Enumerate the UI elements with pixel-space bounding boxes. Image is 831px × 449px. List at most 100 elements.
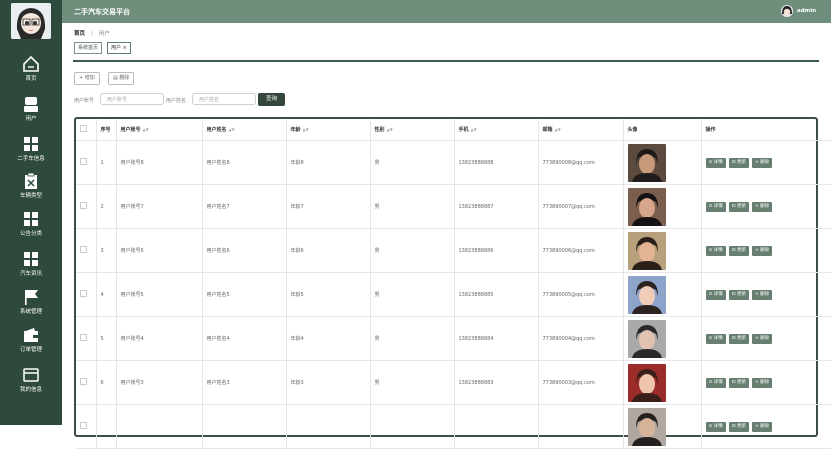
cell-email: 773890008@qq.com	[538, 140, 624, 185]
update-button[interactable]: ⊡ 更新	[728, 377, 749, 388]
row-delete-button[interactable]: × 删除	[751, 333, 773, 344]
sidebar-item-used-cars[interactable]: 二手车信息	[0, 135, 62, 175]
sort-icon[interactable]: ▲▼	[555, 127, 561, 132]
detail-button[interactable]: ⊙ 详情	[705, 157, 726, 168]
detail-button[interactable]: ⊙ 详情	[705, 333, 726, 344]
row-delete-button[interactable]: × 删除	[751, 377, 773, 388]
delete-button-label: 删除	[119, 75, 130, 81]
cell-gender	[370, 404, 455, 449]
table-header-row: 序号 用户账号 ▲▼ 用户姓名 ▲▼ 年龄 ▲▼ 性别 ▲▼ 手机 ▲▼ 邮箱 ▲▼ 头像 …	[76, 119, 831, 141]
sidebar-item-my-info[interactable]: 我的信息	[0, 366, 62, 406]
sidebar-item-label: 我的信息	[19, 387, 42, 393]
row-select-cell[interactable]	[76, 316, 97, 361]
detail-button[interactable]: ⊙ 详情	[705, 377, 726, 388]
update-button[interactable]: ⊡ 更新	[728, 421, 749, 432]
update-button[interactable]: ⊡ 更新	[728, 245, 749, 256]
account-search-input[interactable]: 用户账号	[100, 93, 164, 105]
row-select-cell[interactable]	[76, 360, 97, 405]
grid-icon	[24, 252, 38, 266]
sidebar: 首页 用户 二手车信息 车辆类型 公告分类 汽车资讯 系统管理 订单管理 我的信…	[0, 0, 62, 425]
update-button[interactable]: ⊡ 更新	[728, 333, 749, 344]
row-checkbox[interactable]	[80, 246, 87, 253]
name-search-input[interactable]: 用户姓名	[192, 93, 256, 105]
row-delete-button[interactable]: × 删除	[751, 201, 773, 212]
update-button[interactable]: ⊡ 更新	[728, 201, 749, 212]
breadcrumb-home[interactable]: 首页	[74, 31, 85, 37]
sidebar-item-car-news[interactable]: 汽车资讯	[0, 250, 62, 290]
column-header-account[interactable]: 用户账号 ▲▼	[116, 119, 203, 141]
cell-actions: ⊙ 详情 ⊡ 更新 × 删除	[701, 228, 831, 273]
column-header-gender[interactable]: 性别 ▲▼	[370, 119, 455, 141]
sidebar-item-home[interactable]: 首页	[0, 55, 62, 95]
cell-email: 773890006@qq.com	[538, 228, 624, 273]
cell-age: 年龄6	[286, 228, 371, 273]
sort-icon[interactable]: ▲▼	[303, 127, 309, 132]
sort-icon[interactable]: ▲▼	[471, 127, 477, 132]
sort-icon[interactable]: ▲▼	[229, 127, 235, 132]
column-header-email[interactable]: 邮箱 ▲▼	[538, 119, 624, 141]
cell-phone: 13823888883	[454, 360, 539, 405]
row-delete-button[interactable]: × 删除	[751, 289, 773, 300]
column-header-age[interactable]: 年龄 ▲▼	[286, 119, 371, 141]
cell-index: 6	[96, 360, 117, 405]
delete-button[interactable]: ▤ 删除	[108, 72, 135, 85]
avatar-photo	[627, 275, 666, 314]
home-icon	[23, 55, 39, 72]
table-row: 6 用户账号3 用户姓名3 年龄3 男 13823888883 773890003@qq.c…	[76, 360, 831, 405]
query-button[interactable]: 查询	[258, 93, 285, 106]
sidebar-item-announcement-categories[interactable]: 公告分类	[0, 210, 62, 250]
row-checkbox[interactable]	[80, 422, 87, 429]
detail-button[interactable]: ⊙ 详情	[705, 245, 726, 256]
detail-button[interactable]: ⊙ 详情	[705, 289, 726, 300]
row-checkbox[interactable]	[80, 334, 87, 341]
row-delete-button[interactable]: × 删除	[751, 245, 773, 256]
tab-user[interactable]: 用户 ×	[107, 42, 131, 54]
sidebar-item-user[interactable]: 用户	[0, 95, 62, 135]
sidebar-item-vehicle-types[interactable]: 车辆类型	[0, 172, 62, 212]
user-avatar[interactable]	[781, 5, 793, 17]
sort-icon[interactable]: ▲▼	[143, 127, 149, 132]
sidebar-item-order-management[interactable]: 订单管理	[0, 326, 62, 366]
row-checkbox[interactable]	[80, 202, 87, 209]
cell-phone: 13823888888	[454, 140, 539, 185]
clipboard-x-icon	[25, 172, 37, 189]
update-button[interactable]: ⊡ 更新	[728, 157, 749, 168]
row-delete-button[interactable]: × 删除	[751, 421, 773, 432]
row-select-cell[interactable]	[76, 140, 97, 185]
column-header-phone[interactable]: 手机 ▲▼	[454, 119, 539, 141]
row-checkbox[interactable]	[80, 158, 87, 165]
table-row: 2 用户账号7 用户姓名7 年龄7 男 13823888887 773890007@qq.c…	[76, 184, 831, 229]
select-all-checkbox[interactable]	[80, 125, 87, 132]
column-header-avatar: 头像	[623, 119, 702, 141]
sidebar-item-label: 车辆类型	[19, 193, 42, 199]
cell-actions: ⊙ 详情 ⊡ 更新 × 删除	[701, 404, 831, 449]
row-delete-button[interactable]: × 删除	[751, 157, 773, 168]
logo	[11, 3, 51, 39]
cell-name: 用户姓名3	[202, 360, 287, 405]
sidebar-item-label: 系统管理	[19, 309, 42, 315]
update-button[interactable]: ⊡ 更新	[728, 289, 749, 300]
sort-icon[interactable]: ▲▼	[387, 127, 393, 132]
tab-system-home[interactable]: 系统首页	[74, 42, 103, 54]
row-checkbox[interactable]	[80, 290, 87, 297]
user-name[interactable]: admin	[797, 8, 816, 14]
sidebar-item-label: 公告分类	[19, 231, 42, 237]
row-select-cell[interactable]	[76, 228, 97, 273]
add-button[interactable]: + 增加	[74, 72, 100, 85]
column-header-name[interactable]: 用户姓名 ▲▼	[202, 119, 287, 141]
cell-name	[202, 404, 287, 449]
row-select-cell[interactable]	[76, 184, 97, 229]
row-select-cell[interactable]	[76, 404, 97, 449]
select-all-cell[interactable]	[76, 119, 97, 141]
breadcrumb: 首页 / 用户	[74, 29, 110, 37]
detail-button[interactable]: ⊙ 详情	[705, 421, 726, 432]
cell-email: 773890005@qq.com	[538, 272, 624, 317]
row-checkbox[interactable]	[80, 378, 87, 385]
cell-avatar	[623, 228, 702, 273]
cell-account: 用户账号3	[116, 360, 203, 405]
detail-button[interactable]: ⊙ 详情	[705, 201, 726, 212]
card-icon	[23, 368, 39, 382]
sidebar-item-system-management[interactable]: 系统管理	[0, 288, 62, 328]
avatar-photo	[627, 143, 666, 182]
row-select-cell[interactable]	[76, 272, 97, 317]
